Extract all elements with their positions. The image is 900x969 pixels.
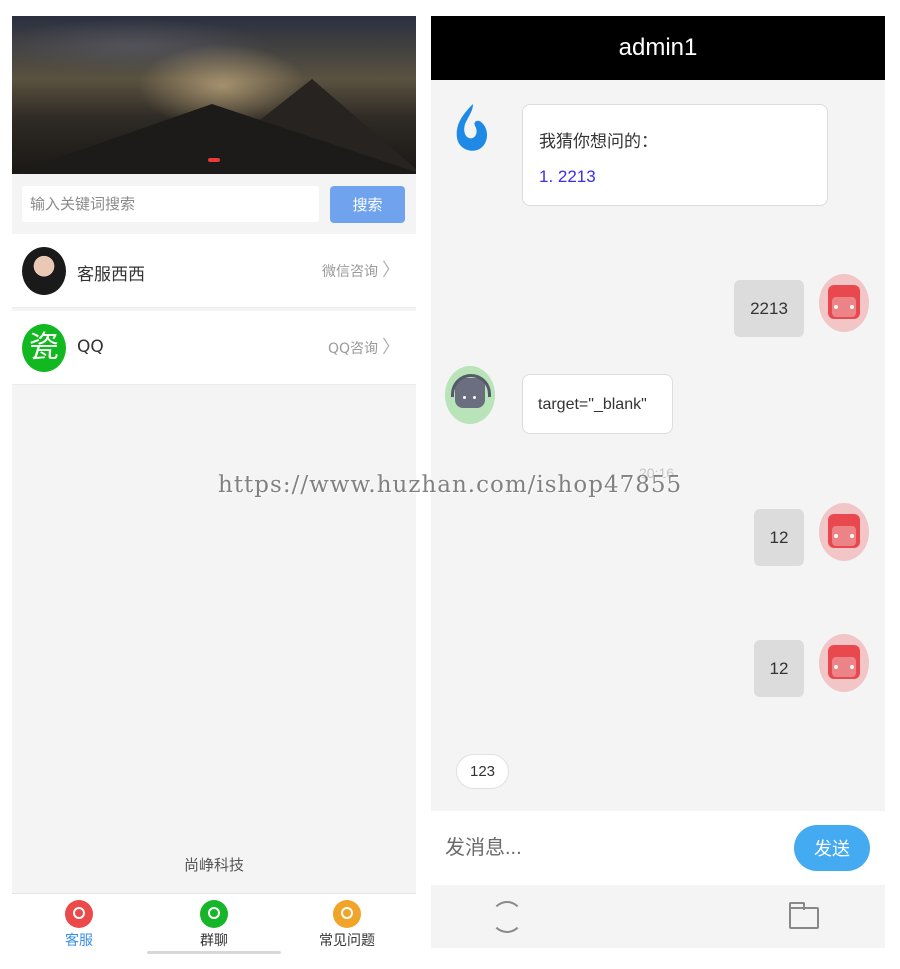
tab-label: 群聊 [200, 933, 228, 949]
tab-customer-service[interactable]: 客服 [39, 900, 119, 950]
tab-faq[interactable]: 常见问题 [307, 900, 387, 950]
search-button[interactable]: 搜索 [330, 186, 405, 223]
agent-avatar-icon [445, 366, 495, 424]
contact-item-wechat[interactable]: 客服西西 微信咨询 〉 [12, 234, 416, 308]
qq-app-icon: 瓷 [22, 324, 66, 372]
user-avatar-icon [819, 274, 869, 332]
quick-reply-chip[interactable]: 123 [456, 754, 509, 789]
suggestion-link[interactable]: 1. 2213 [539, 167, 596, 187]
message-composer: 发送 [431, 811, 885, 885]
chat-title: admin1 [431, 16, 885, 80]
chat-toolbar [431, 885, 885, 948]
bot-logo-icon [456, 104, 487, 151]
emoji-icon[interactable] [491, 901, 523, 933]
folder-icon[interactable] [789, 902, 819, 929]
suggestion-title: 我猜你想问的： [539, 132, 658, 151]
watermark-text: https://www.huzhan.com/ishop47855 [218, 472, 683, 498]
faq-icon [333, 900, 361, 928]
bot-suggestion-bubble: 我猜你想问的： 1. 2213 [522, 104, 828, 206]
contact-name: 客服西西 [77, 265, 145, 285]
my-message-bubble: 12 [754, 509, 804, 566]
home-indicator [147, 951, 281, 954]
group-chat-icon [200, 900, 228, 928]
user-avatar-icon [819, 503, 869, 561]
bottom-tab-bar: 客服 群聊 常见问题 [12, 893, 416, 954]
headset-icon [65, 900, 93, 928]
my-message-bubble: 2213 [734, 280, 804, 337]
mountain-shape [12, 104, 416, 174]
search-bar: 搜索 [12, 174, 416, 234]
contact-action: QQ咨询 [327, 341, 378, 357]
contact-item-qq[interactable]: 瓷 QQ QQ咨询 〉 [12, 311, 416, 385]
tab-group-chat[interactable]: 群聊 [174, 900, 254, 950]
woman-avatar-icon [22, 247, 66, 295]
agent-message-bubble: target="_blank" [522, 374, 673, 434]
banner-image[interactable] [12, 16, 416, 174]
message-input[interactable] [445, 827, 785, 869]
contact-action: 微信咨询 [322, 264, 378, 280]
carousel-indicator[interactable] [208, 158, 220, 162]
my-message-bubble: 12 [754, 640, 804, 697]
tab-label: 常见问题 [319, 933, 375, 949]
user-avatar-icon [819, 634, 869, 692]
chevron-right-icon: 〉 [382, 337, 400, 358]
contact-name: QQ [77, 337, 104, 357]
tab-label: 客服 [65, 933, 93, 949]
company-name: 尚峥科技 [183, 856, 244, 874]
chevron-right-icon: 〉 [382, 260, 400, 281]
search-input[interactable] [22, 186, 319, 222]
send-button[interactable]: 发送 [794, 825, 870, 871]
